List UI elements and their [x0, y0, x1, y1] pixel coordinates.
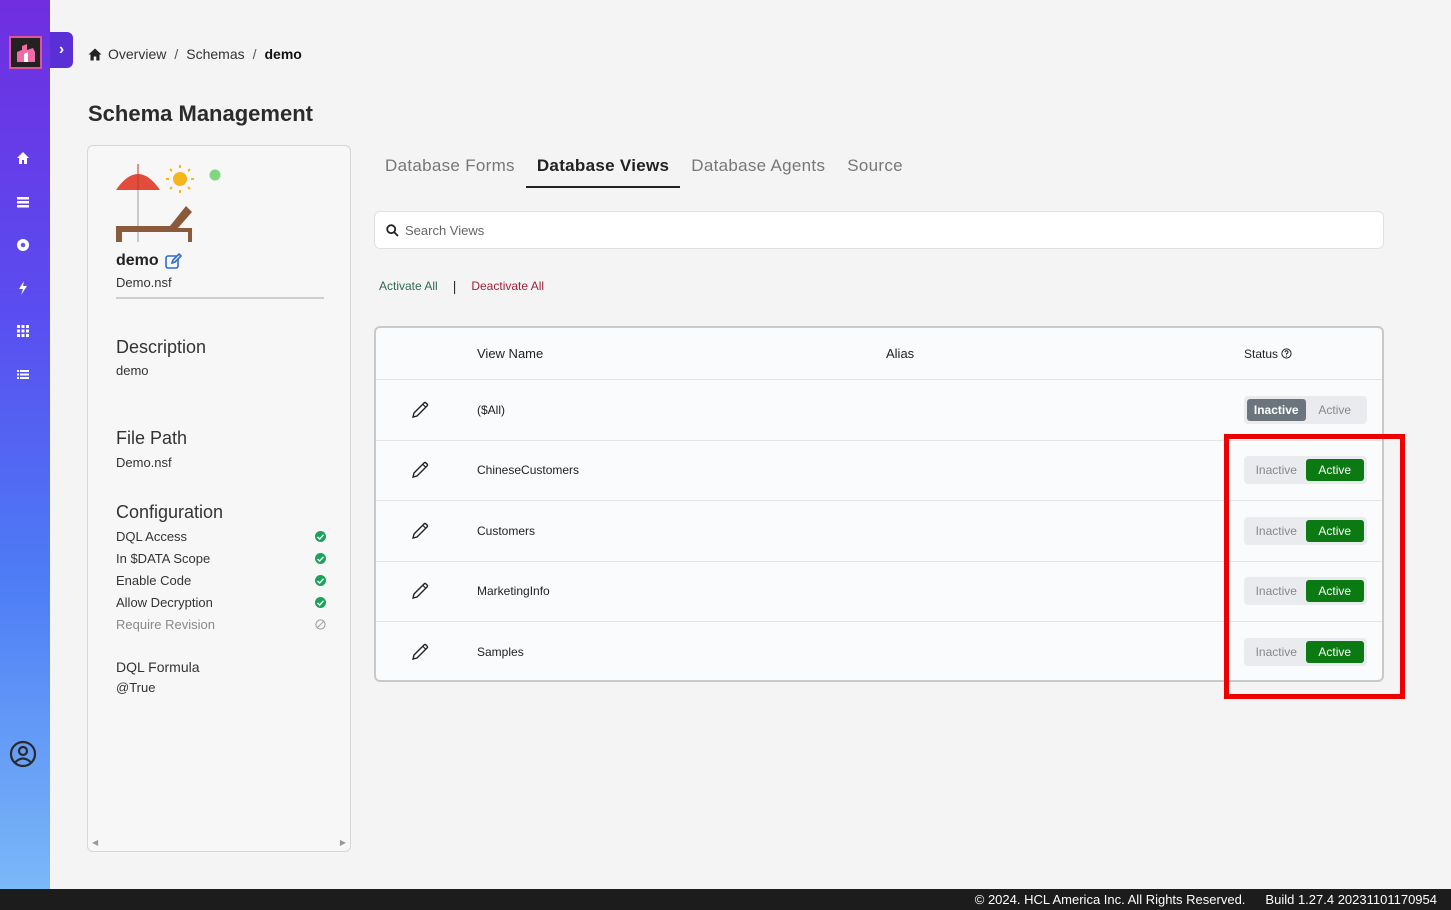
scroll-right-icon[interactable]: ▶ [340, 838, 346, 847]
pencil-edit-icon[interactable] [410, 460, 430, 480]
table-header: View Name Alias Status [376, 328, 1382, 380]
config-require-revision: Require Revision [116, 617, 326, 632]
view-name: Samples [477, 645, 524, 660]
view-name: ChineseCustomers [477, 463, 580, 478]
configuration-title: Configuration [116, 502, 224, 522]
breadcrumb-separator: / [252, 46, 257, 62]
description-value: demo [116, 363, 149, 378]
pencil-edit-icon[interactable] [410, 642, 430, 662]
filepath-title: File Path [116, 428, 188, 448]
panel-horizontal-scrollbar[interactable]: ◀ ▶ [92, 837, 346, 847]
bulk-separator: | [452, 278, 457, 294]
user-account-icon[interactable] [9, 740, 37, 768]
schemas-icon[interactable] [12, 191, 34, 213]
config-label: Enable Code [116, 573, 192, 588]
chevron-right-icon: › [58, 41, 65, 58]
sidebar [0, 0, 50, 889]
config-label: In $DATA Scope [116, 551, 211, 566]
pencil-edit-icon[interactable] [410, 581, 430, 601]
config-dql-access: DQL Access [116, 529, 326, 544]
check-circle-icon [315, 531, 326, 542]
config-label: DQL Access [116, 529, 188, 544]
tab-source[interactable]: Source [836, 148, 914, 188]
tab-database-agents[interactable]: Database Agents [680, 148, 836, 188]
schema-name: demo [116, 252, 182, 270]
toggle-active[interactable]: Active [1306, 399, 1365, 421]
status-header-label: Status [1244, 346, 1279, 361]
check-circle-icon [315, 575, 326, 586]
filepath-value: Demo.nsf [116, 455, 172, 470]
schema-beach-illustration-icon [116, 164, 221, 242]
dql-formula-title: DQL Formula [116, 659, 200, 675]
table-row: ($All) Inactive Active [376, 380, 1382, 441]
help-circle-icon[interactable] [1281, 348, 1292, 359]
schema-file: Demo.nsf [116, 275, 172, 290]
description-title: Description [116, 337, 207, 357]
schema-tabs: Database Forms Database Views Database A… [374, 148, 914, 188]
activate-all-link[interactable]: Activate All [379, 279, 438, 293]
view-name: MarketingInfo [477, 584, 550, 599]
list-icon[interactable] [12, 363, 34, 385]
settings-icon[interactable] [12, 234, 34, 256]
tab-database-views[interactable]: Database Views [525, 148, 681, 188]
page-title: Schema Management [88, 101, 313, 126]
column-header-alias: Alias [886, 346, 915, 361]
footer: © 2024. HCL America Inc. All Rights Rese… [0, 889, 1451, 910]
app-logo[interactable] [9, 36, 42, 69]
toggle-inactive[interactable]: Inactive [1247, 398, 1306, 421]
edit-schema-icon[interactable] [164, 252, 182, 270]
scroll-left-icon[interactable]: ◀ [92, 838, 98, 847]
breadcrumb-schemas[interactable]: Schemas [186, 46, 244, 62]
home-icon[interactable] [88, 48, 102, 61]
column-header-status: Status [1244, 347, 1292, 361]
footer-build: Build 1.27.4 20231101170954 [1265, 892, 1437, 907]
logo-icon [16, 43, 35, 62]
schema-name-text: demo [116, 252, 159, 269]
disabled-circle-icon [315, 619, 326, 630]
sidebar-expand-button[interactable]: › [50, 32, 73, 68]
tab-database-forms[interactable]: Database Forms [374, 148, 526, 188]
check-circle-icon [315, 553, 326, 564]
search-input[interactable] [405, 222, 1305, 238]
config-in-data-scope: In $DATA Scope [116, 551, 326, 566]
bulk-actions: Activate All | Deactivate All [379, 278, 544, 294]
deactivate-all-link[interactable]: Deactivate All [471, 279, 544, 293]
breadcrumb-current: demo [264, 46, 302, 62]
schema-details-panel: demo Demo.nsf Description demo File Path… [87, 145, 351, 852]
search-views-box[interactable] [374, 211, 1384, 249]
breadcrumb-separator: / [174, 46, 179, 62]
check-circle-icon [315, 597, 326, 608]
config-label: Allow Decryption [116, 595, 213, 610]
config-enable-code: Enable Code [116, 573, 326, 588]
footer-copyright: © 2024. HCL America Inc. All Rights Rese… [974, 892, 1246, 907]
view-name: ($All) [477, 402, 506, 417]
home-icon[interactable] [12, 147, 34, 169]
dql-formula-value: @True [116, 680, 156, 695]
breadcrumb-overview[interactable]: Overview [108, 46, 166, 62]
pencil-edit-icon[interactable] [410, 400, 430, 420]
agents-bolt-icon[interactable] [12, 277, 34, 299]
apps-grid-icon[interactable] [12, 320, 34, 342]
breadcrumb: Overview / Schemas / demo [88, 46, 302, 62]
pencil-edit-icon[interactable] [410, 521, 430, 541]
column-header-view-name: View Name [477, 346, 544, 361]
highlight-annotation-box [1224, 434, 1405, 699]
view-name: Customers [477, 523, 536, 538]
config-label: Require Revision [116, 617, 215, 632]
panel-divider [116, 297, 324, 299]
config-allow-decryption: Allow Decryption [116, 595, 326, 610]
search-icon [386, 223, 399, 237]
status-toggle[interactable]: Inactive Active [1244, 395, 1367, 424]
